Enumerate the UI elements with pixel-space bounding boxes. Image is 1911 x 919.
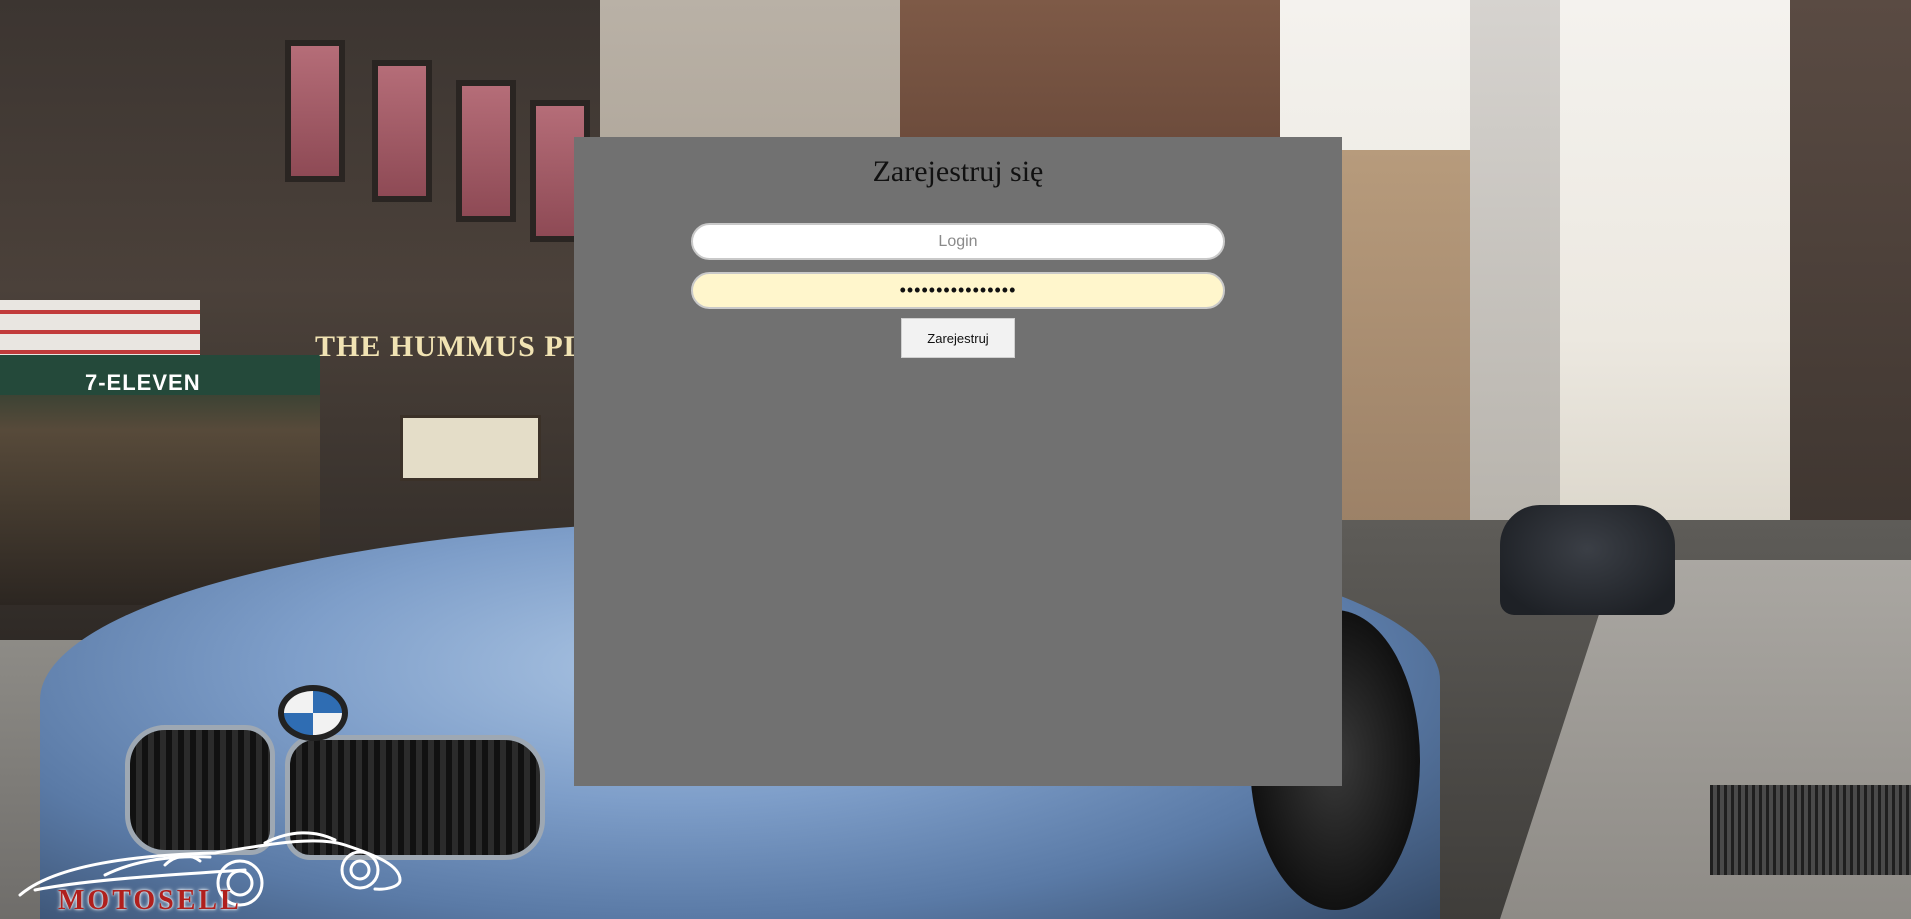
- car-badge: [278, 685, 348, 741]
- register-button[interactable]: Zarejestruj: [901, 318, 1015, 358]
- juice-sign: [400, 415, 541, 481]
- password-input[interactable]: [691, 272, 1225, 309]
- login-input[interactable]: [691, 223, 1225, 260]
- building-far-right: [1790, 0, 1911, 610]
- window: [372, 60, 432, 202]
- page: 7-ELEVEN THE HUMMUS PLACE MOTOSELL Zarej…: [0, 0, 1911, 919]
- store-awning-text: 7-ELEVEN: [85, 370, 201, 395]
- register-panel: Zarejestruj się Zarejestruj: [574, 137, 1342, 786]
- building-right-b: [1470, 0, 1560, 520]
- page-title: Zarejestruj się: [872, 155, 1044, 188]
- distant-car: [1500, 505, 1675, 615]
- building-brick: [900, 0, 1280, 140]
- window: [285, 40, 345, 182]
- logo-text: MOTOSELL: [58, 885, 242, 916]
- grate: [1710, 785, 1911, 875]
- window: [456, 80, 516, 222]
